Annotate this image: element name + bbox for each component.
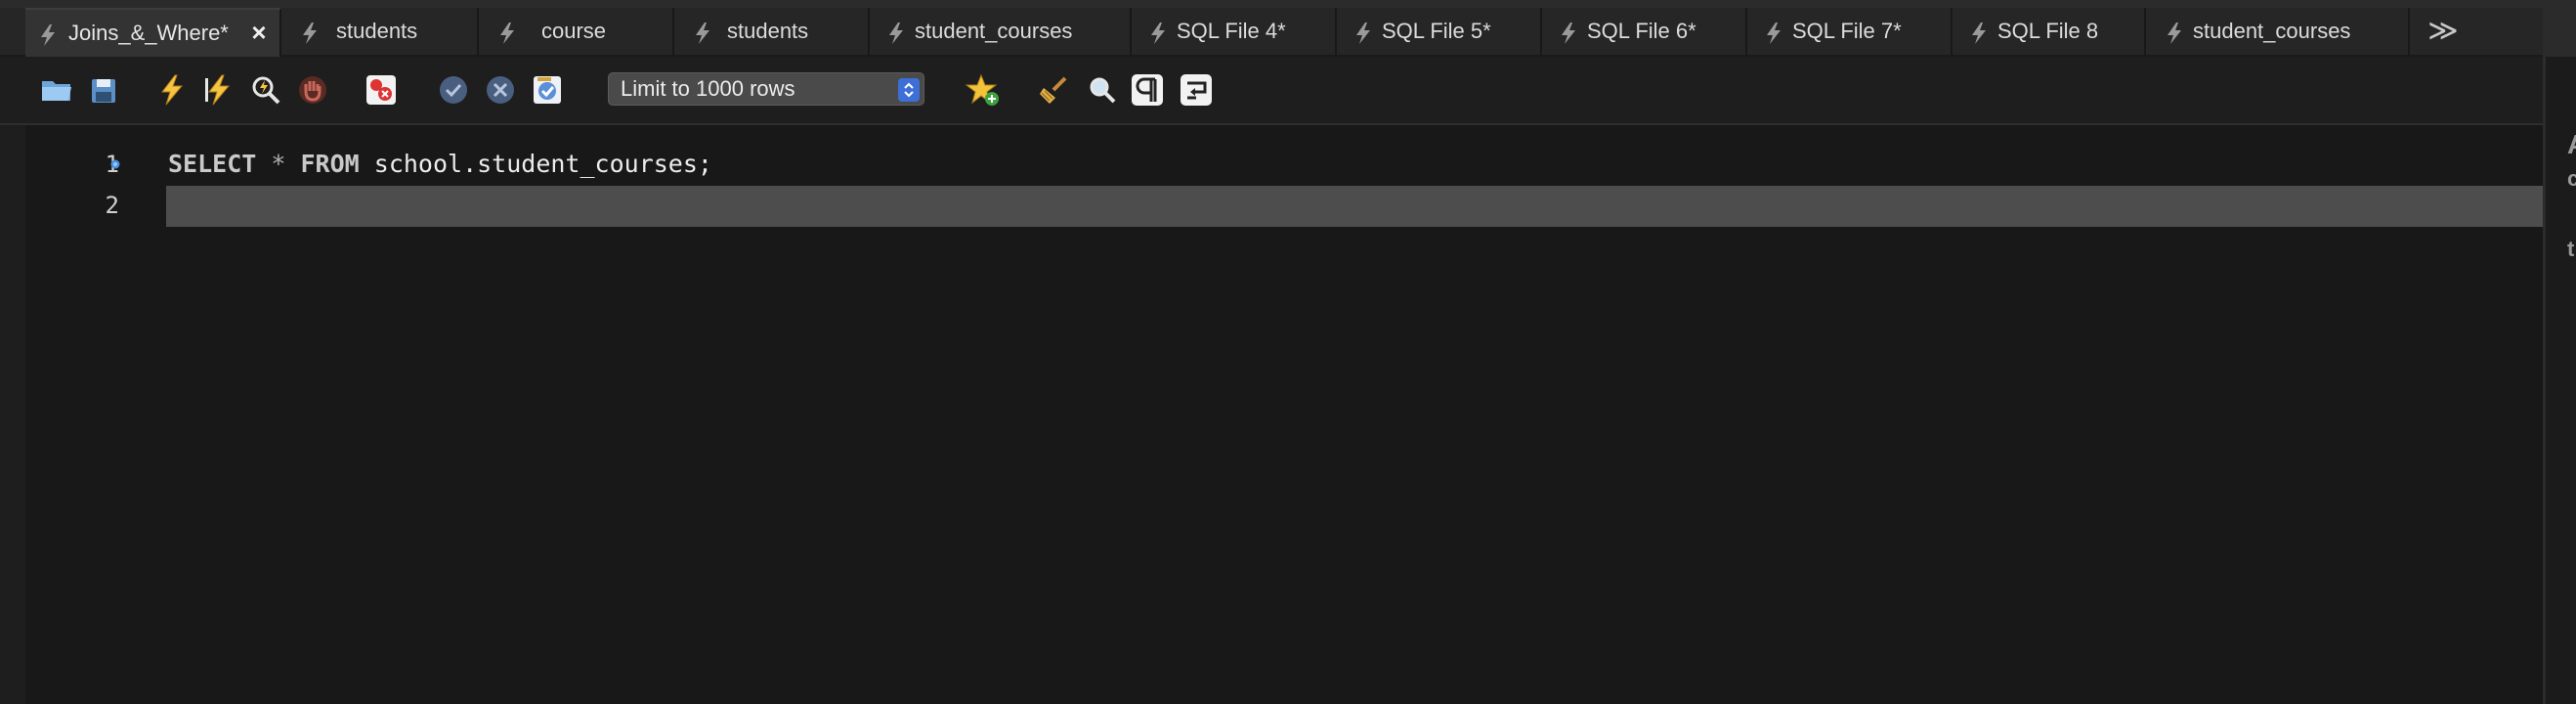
editor-line-current[interactable]: 2 xyxy=(25,186,2543,227)
right-side-panel: A c t xyxy=(2543,57,2576,704)
tab-sql-file-6[interactable]: SQL File 6* xyxy=(1544,8,1747,57)
tab-label: student_courses xyxy=(915,19,1073,43)
current-line-highlight xyxy=(166,186,2543,227)
sql-editor-toolbar xyxy=(0,57,2543,125)
right-panel-header xyxy=(2543,0,2576,57)
sql-editor[interactable]: 1 SELECT * FROM school.student_courses; … xyxy=(25,125,2543,704)
lightning-icon xyxy=(1767,22,1781,44)
side-panel-text-stub: t xyxy=(2567,237,2575,261)
side-panel-text-stub: c xyxy=(2567,166,2576,191)
tab-sql-file-4[interactable]: SQL File 4* xyxy=(1134,8,1337,57)
save-icon[interactable] xyxy=(86,72,121,108)
lightning-icon xyxy=(1972,22,1986,44)
keyword-select: SELECT xyxy=(168,150,257,178)
tab-label: student_courses xyxy=(2193,19,2351,43)
tab-label: SQL File 6* xyxy=(1587,19,1696,43)
tab-label: Joins_&_Where* xyxy=(68,21,229,45)
find-icon[interactable] xyxy=(1085,72,1120,108)
tab-label: SQL File 5* xyxy=(1382,19,1491,43)
keyword-from: FROM xyxy=(300,150,360,178)
tab-sql-file-5[interactable]: SQL File 5* xyxy=(1339,8,1542,57)
lightning-icon xyxy=(1562,22,1575,44)
lightning-icon xyxy=(500,22,514,44)
toggle-error-icon[interactable] xyxy=(364,72,399,108)
tab-joins-where[interactable]: Joins_&_Where* × xyxy=(25,8,281,57)
explain-icon[interactable] xyxy=(248,72,283,108)
query-tab-bar: Joins_&_Where* × students course student… xyxy=(0,0,2576,57)
lightning-icon xyxy=(1356,22,1370,44)
tab-label: SQL File 4* xyxy=(1177,19,1286,43)
tab-student-courses-2[interactable]: student_courses xyxy=(2148,8,2410,57)
tab-students[interactable]: students xyxy=(283,8,479,57)
lightning-icon xyxy=(1151,22,1165,44)
chevron-updown-icon xyxy=(898,78,920,102)
execute-current-icon[interactable] xyxy=(201,72,236,108)
limit-rows-value: Limit to 1000 rows xyxy=(621,76,795,101)
open-file-icon[interactable] xyxy=(39,72,74,108)
tab-label: students xyxy=(336,19,418,43)
tab-sql-file-8[interactable]: SQL File 8 xyxy=(1954,8,2146,57)
lightning-icon xyxy=(303,22,317,44)
commit-icon[interactable] xyxy=(436,72,471,108)
tab-label: SQL File 8 xyxy=(1997,19,2099,43)
tab-sql-file-7[interactable]: SQL File 7* xyxy=(1749,8,1953,57)
tab-label: SQL File 7* xyxy=(1792,19,1902,43)
operator-star: * xyxy=(271,150,286,178)
tab-student-courses[interactable]: student_courses xyxy=(872,8,1132,57)
tab-bar-top-strip xyxy=(0,0,2576,8)
beautify-icon[interactable] xyxy=(1036,72,1071,108)
add-snippet-icon[interactable] xyxy=(966,72,1001,108)
lightning-icon xyxy=(889,22,903,44)
editor-line[interactable]: 1 SELECT * FROM school.student_courses; xyxy=(25,145,2543,186)
workbench-window: Joins_&_Where* × students course student… xyxy=(0,0,2576,704)
editor-left-margin xyxy=(0,125,25,704)
limit-rows-select[interactable]: Limit to 1000 rows xyxy=(608,72,924,106)
invisible-chars-icon[interactable] xyxy=(1130,72,1165,108)
tab-label: students xyxy=(727,19,809,43)
wrap-lines-icon[interactable] xyxy=(1179,72,1214,108)
lightning-icon xyxy=(2168,22,2181,44)
lightning-icon xyxy=(41,24,55,46)
lightning-icon xyxy=(696,22,709,44)
table-reference: school.student_courses; xyxy=(359,150,712,178)
line-number: 2 xyxy=(105,192,119,219)
tab-course[interactable]: course xyxy=(481,8,674,57)
side-panel-text-stub: A xyxy=(2567,129,2576,160)
tab-label: course xyxy=(541,19,607,43)
tab-students-2[interactable]: students xyxy=(676,8,870,57)
code-line-1: SELECT * FROM school.student_courses; xyxy=(168,150,712,178)
autocommit-icon[interactable] xyxy=(530,72,565,108)
stop-icon[interactable] xyxy=(295,72,330,108)
statement-marker-icon xyxy=(110,159,120,169)
rollback-icon[interactable] xyxy=(483,72,518,108)
tab-overflow-button[interactable]: ≫ xyxy=(2414,8,2472,57)
execute-icon[interactable] xyxy=(154,72,190,108)
close-tab-icon[interactable]: × xyxy=(248,20,270,45)
